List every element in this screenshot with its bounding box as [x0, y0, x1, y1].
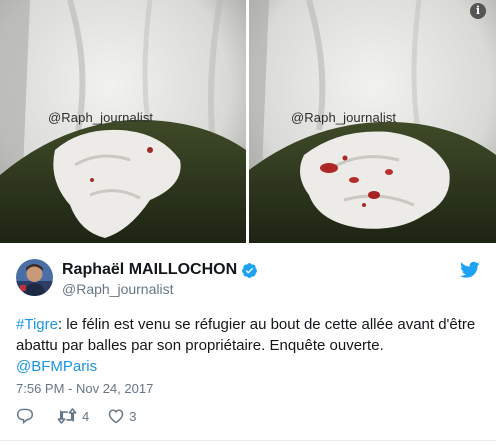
- tweet-text: #Tigre: le félin est venu se réfugier au…: [16, 314, 486, 377]
- photo-right[interactable]: @Raph_journalist: [249, 0, 496, 243]
- retweet-icon: [57, 408, 77, 424]
- embedded-tweet-card: @Raph_journalist @Raph_journalist i Raph…: [0, 0, 496, 445]
- like-count: 3: [129, 408, 137, 424]
- verified-badge-icon: [242, 262, 258, 278]
- retweet-count: 4: [82, 408, 90, 424]
- retweet-button[interactable]: 4: [56, 408, 89, 424]
- heart-icon: [108, 409, 124, 424]
- avatar-image: [16, 259, 53, 296]
- tweet-actions: 4 3: [16, 408, 154, 424]
- author-name[interactable]: Raphaël MAILLOCHON: [62, 261, 237, 279]
- tweet-media[interactable]: @Raph_journalist @Raph_journalist i: [0, 0, 496, 243]
- mention-link[interactable]: @BFMParis: [16, 358, 97, 375]
- author-name-row[interactable]: Raphaël MAILLOCHON: [62, 261, 258, 279]
- tweet-body: : le félin est venu se réfugier au bout …: [16, 316, 476, 354]
- reply-icon: [16, 408, 34, 424]
- twitter-bird-icon[interactable]: [460, 261, 480, 279]
- reply-button[interactable]: [16, 408, 38, 424]
- avatar[interactable]: [16, 259, 53, 296]
- author-handle[interactable]: @Raph_journalist: [62, 281, 174, 297]
- photo-right-watermark: @Raph_journalist: [291, 110, 397, 125]
- info-icon[interactable]: i: [470, 3, 486, 19]
- hashtag-link[interactable]: #Tigre: [16, 316, 58, 333]
- tweet-header: Raphaël MAILLOCHON @Raph_journalist: [16, 257, 486, 301]
- photo-left-watermark: @Raph_journalist: [48, 110, 154, 125]
- bottom-divider: [0, 440, 496, 441]
- tweet-timestamp[interactable]: 7:56 PM - Nov 24, 2017: [16, 381, 153, 396]
- photo-left[interactable]: @Raph_journalist: [0, 0, 246, 243]
- like-button[interactable]: 3: [107, 408, 136, 424]
